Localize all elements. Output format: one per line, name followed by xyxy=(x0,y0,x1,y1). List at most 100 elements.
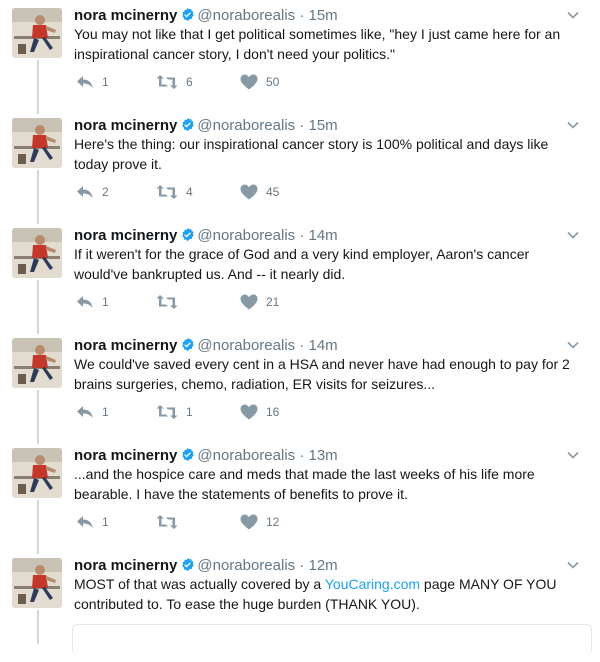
retweet-button[interactable]: 6 xyxy=(156,72,193,92)
chevron-down-icon[interactable] xyxy=(566,118,580,132)
chevron-down-icon[interactable] xyxy=(566,228,580,242)
tweet-text: We could've saved every cent in a HSA an… xyxy=(74,356,570,392)
author-handle[interactable]: @noraborealis xyxy=(197,227,295,244)
verified-badge-icon xyxy=(180,557,195,572)
heart-icon xyxy=(240,74,258,90)
reply-icon xyxy=(77,186,93,198)
verified-badge-icon xyxy=(180,227,195,242)
tweet[interactable]: nora mcinerny @noraborealis · 15m Here's … xyxy=(0,112,600,222)
reply-count: 1 xyxy=(102,405,109,419)
author-handle[interactable]: @noraborealis xyxy=(197,557,295,574)
reply-button[interactable]: 1 xyxy=(76,512,109,532)
author-name[interactable]: nora mcinerny xyxy=(74,337,177,354)
like-button[interactable]: 21 xyxy=(240,292,279,312)
avatar[interactable] xyxy=(12,338,62,388)
like-button[interactable]: 12 xyxy=(240,512,279,532)
separator-dot: · xyxy=(295,447,309,464)
reply-button[interactable]: 1 xyxy=(76,402,109,422)
reply-count: 1 xyxy=(102,515,109,529)
tweet-text: If it weren't for the grace of God and a… xyxy=(74,246,530,282)
reply-count: 1 xyxy=(102,75,109,89)
youcaring-link[interactable]: YouCaring.com xyxy=(325,576,420,592)
author-handle[interactable]: @noraborealis xyxy=(197,117,295,134)
like-button[interactable]: 50 xyxy=(240,72,279,92)
chevron-down-icon[interactable] xyxy=(566,338,580,352)
reply-icon xyxy=(77,516,93,528)
tweet[interactable]: nora mcinerny @noraborealis · 13m ...and … xyxy=(0,442,600,552)
reply-icon xyxy=(77,76,93,88)
retweet-icon xyxy=(156,405,178,419)
retweet-count: 6 xyxy=(186,75,193,89)
tweet-actions: 1 1 16 xyxy=(74,402,374,422)
tweet-actions: 2 4 45 xyxy=(74,182,374,202)
tweet-text: You may not like that I get political so… xyxy=(74,26,561,62)
heart-icon xyxy=(240,294,258,310)
reply-button[interactable]: 1 xyxy=(76,72,109,92)
tweet[interactable]: nora mcinerny @noraborealis · 15m You may… xyxy=(0,2,600,112)
author-name[interactable]: nora mcinerny xyxy=(74,447,177,464)
separator-dot: · xyxy=(295,227,309,244)
tweet-header: nora mcinerny @noraborealis · 14m xyxy=(74,336,580,356)
like-count: 16 xyxy=(266,405,280,419)
retweet-count: 4 xyxy=(186,185,193,199)
separator-dot: · xyxy=(295,7,309,24)
like-button[interactable]: 45 xyxy=(240,182,279,202)
author-name[interactable]: nora mcinerny xyxy=(74,7,177,24)
avatar[interactable] xyxy=(12,8,62,58)
tweet-text: ...and the hospice care and meds that ma… xyxy=(74,466,535,502)
avatar[interactable] xyxy=(12,448,62,498)
avatar[interactable] xyxy=(12,118,62,168)
tweet[interactable]: nora mcinerny @noraborealis · 14m If it w… xyxy=(0,222,600,332)
chevron-down-icon[interactable] xyxy=(566,558,580,572)
tweet-actions: 1 21 xyxy=(74,292,374,312)
link-preview-card[interactable] xyxy=(72,624,592,655)
verified-badge-icon xyxy=(180,7,195,22)
reply-button[interactable]: 1 xyxy=(76,292,109,312)
retweet-icon xyxy=(156,295,178,309)
author-name[interactable]: nora mcinerny xyxy=(74,557,177,574)
avatar[interactable] xyxy=(12,558,62,608)
tweet-timestamp[interactable]: 13m xyxy=(309,447,338,464)
heart-icon xyxy=(240,404,258,420)
chevron-down-icon[interactable] xyxy=(566,448,580,462)
tweet[interactable]: nora mcinerny @noraborealis · 14m We coul… xyxy=(0,332,600,442)
retweet-button[interactable]: 4 xyxy=(156,182,193,202)
tweet-timestamp[interactable]: 14m xyxy=(309,337,338,354)
author-handle[interactable]: @noraborealis xyxy=(197,7,295,24)
like-count: 12 xyxy=(266,515,280,529)
tweet-text: MOST of that was actually covered by a Y… xyxy=(74,574,584,614)
tweet-timestamp[interactable]: 15m xyxy=(309,7,338,24)
tweet-text: Here's the thing: our inspirational canc… xyxy=(74,136,549,172)
retweet-button[interactable] xyxy=(156,292,186,312)
tweet-header: nora mcinerny @noraborealis · 15m xyxy=(74,6,580,26)
chevron-down-icon[interactable] xyxy=(566,8,580,22)
author-handle[interactable]: @noraborealis xyxy=(197,447,295,464)
reply-button[interactable]: 2 xyxy=(76,182,109,202)
tweet-timestamp[interactable]: 15m xyxy=(309,117,338,134)
retweet-button[interactable] xyxy=(156,512,186,532)
like-count: 21 xyxy=(266,295,280,309)
tweet-header: nora mcinerny @noraborealis · 13m xyxy=(74,446,580,466)
verified-badge-icon xyxy=(180,447,195,462)
tweet-header: nora mcinerny @noraborealis · 12m xyxy=(74,556,580,576)
reply-count: 1 xyxy=(102,295,109,309)
verified-badge-icon xyxy=(180,117,195,132)
separator-dot: · xyxy=(295,117,309,134)
retweet-icon xyxy=(156,75,178,89)
like-count: 50 xyxy=(266,75,280,89)
like-button[interactable]: 16 xyxy=(240,402,279,422)
reply-icon xyxy=(77,296,93,308)
tweet-actions: 1 12 xyxy=(74,512,374,532)
author-name[interactable]: nora mcinerny xyxy=(74,117,177,134)
author-name[interactable]: nora mcinerny xyxy=(74,227,177,244)
author-handle[interactable]: @noraborealis xyxy=(197,337,295,354)
tweet-header: nora mcinerny @noraborealis · 15m xyxy=(74,116,580,136)
separator-dot: · xyxy=(295,337,309,354)
like-count: 45 xyxy=(266,185,280,199)
retweet-icon xyxy=(156,185,178,199)
avatar[interactable] xyxy=(12,228,62,278)
tweet-timestamp[interactable]: 12m xyxy=(309,557,338,574)
tweet-timestamp[interactable]: 14m xyxy=(309,227,338,244)
tweet-thread: nora mcinerny @noraborealis · 15m You may… xyxy=(0,0,600,655)
retweet-button[interactable]: 1 xyxy=(156,402,193,422)
